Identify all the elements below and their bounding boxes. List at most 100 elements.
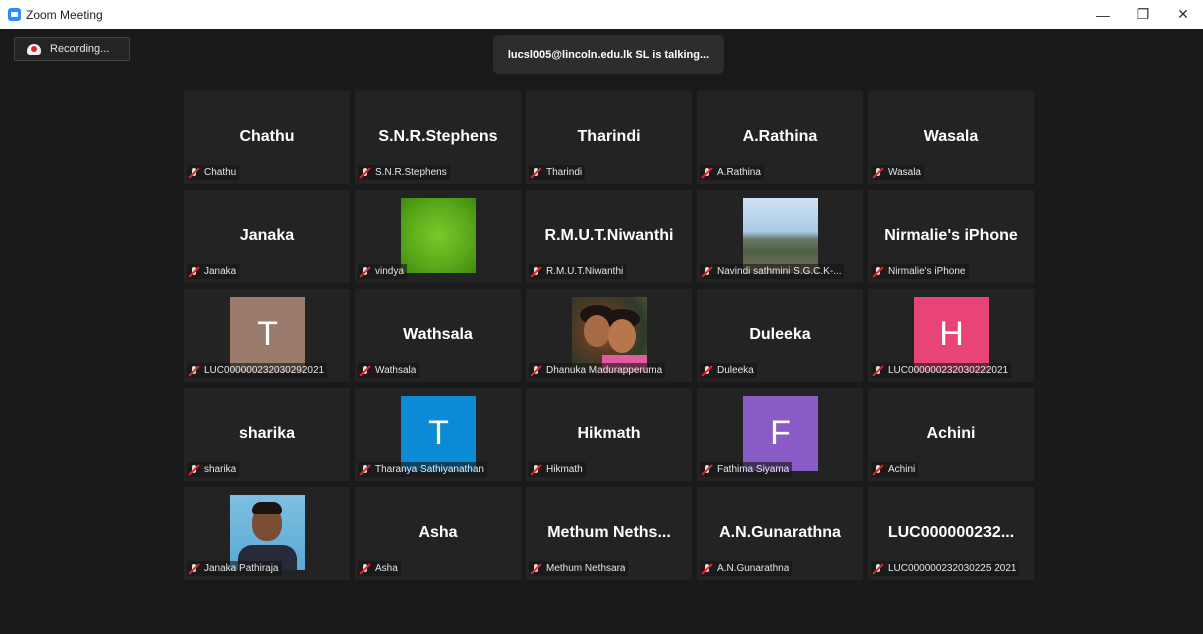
participant-display-name: A.N.Gunarathna xyxy=(719,524,841,541)
participant-tile[interactable]: Duleeka Duleeka xyxy=(697,289,863,382)
participant-label-text: Tharanya Sathiyanathan xyxy=(375,464,484,475)
participant-tile[interactable]: Janaka Janaka xyxy=(184,190,350,283)
participant-display-name: S.N.R.Stephens xyxy=(378,128,498,145)
participant-display-name: A.Rathina xyxy=(742,128,818,145)
participant-tile[interactable]: Janaka Pathiraja xyxy=(184,487,350,580)
participant-label-text: Wathsala xyxy=(375,365,417,376)
participant-name-label: Chathu xyxy=(187,165,240,180)
participant-label-text: sharika xyxy=(204,464,237,475)
participant-display-name: Achini xyxy=(926,425,976,442)
participant-tile[interactable]: Methum Neths... Methum Nethsara xyxy=(526,487,692,580)
participant-label-text: Chathu xyxy=(204,167,237,178)
avatar-initial: H xyxy=(914,297,989,372)
microphone-muted-icon xyxy=(872,167,884,179)
participant-name-label: Duleeka xyxy=(700,363,757,378)
participant-display-name: Nirmalie's iPhone xyxy=(884,227,1018,244)
participant-label-text: Janaka xyxy=(204,266,237,277)
microphone-muted-icon xyxy=(701,464,713,476)
participant-tile[interactable]: F Fathima Siyama xyxy=(697,388,863,481)
microphone-muted-icon xyxy=(359,563,371,575)
window-controls: — ❐ ✕ xyxy=(1083,0,1203,29)
participant-label-text: vindya xyxy=(375,266,404,277)
participant-label-text: LUC000000232030225 2021 xyxy=(888,563,1017,574)
participant-label-text: Hikmath xyxy=(546,464,583,475)
participant-name-label: R.M.U.T.Niwanthi xyxy=(529,264,627,279)
participant-tile[interactable]: Asha Asha xyxy=(355,487,521,580)
participant-display-name: Wathsala xyxy=(403,326,473,343)
participant-tile[interactable]: A.N.Gunarathna A.N.Gunarathna xyxy=(697,487,863,580)
participant-label-text: LUC000000232030222021 xyxy=(888,365,1009,376)
participant-tile[interactable]: T LUC000000232030292021 xyxy=(184,289,350,382)
minimize-button[interactable]: — xyxy=(1083,0,1123,29)
restore-button[interactable]: ❐ xyxy=(1123,0,1163,29)
participant-tile[interactable]: S.N.R.Stephens S.N.R.Stephens xyxy=(355,91,521,184)
microphone-muted-icon xyxy=(188,464,200,476)
participant-name-label: Wasala xyxy=(871,165,924,180)
participant-display-name: R.M.U.T.Niwanthi xyxy=(544,227,674,244)
participant-label-text: Duleeka xyxy=(717,365,754,376)
participant-label-text: Dhanuka Madurapperuma xyxy=(546,365,663,376)
participant-tile[interactable]: Navindi sathmini S.G.C.K-... xyxy=(697,190,863,283)
participant-name-label: LUC000000232030225 2021 xyxy=(871,561,1020,576)
participant-tile[interactable]: A.Rathina A.Rathina xyxy=(697,91,863,184)
participant-display-name: Hikmath xyxy=(577,425,641,442)
participant-tile[interactable]: R.M.U.T.Niwanthi R.M.U.T.Niwanthi xyxy=(526,190,692,283)
participant-tile[interactable]: Chathu Chathu xyxy=(184,91,350,184)
microphone-muted-icon xyxy=(872,266,884,278)
participant-tile[interactable]: T Tharanya Sathiyanathan xyxy=(355,388,521,481)
participant-name-label: sharika xyxy=(187,462,240,477)
participant-display-name: Methum Neths... xyxy=(547,524,671,541)
participant-tile[interactable]: Hikmath Hikmath xyxy=(526,388,692,481)
participant-name-label: S.N.R.Stephens xyxy=(358,165,450,180)
microphone-muted-icon xyxy=(530,167,542,179)
participant-tile[interactable]: sharika sharika xyxy=(184,388,350,481)
participant-tile[interactable]: Dhanuka Madurapperuma xyxy=(526,289,692,382)
participant-tile[interactable]: Wasala Wasala xyxy=(868,91,1034,184)
microphone-muted-icon xyxy=(530,365,542,377)
close-button[interactable]: ✕ xyxy=(1163,0,1203,29)
microphone-muted-icon xyxy=(701,266,713,278)
participant-name-label: Nirmalie's iPhone xyxy=(871,264,969,279)
participant-label-text: Tharindi xyxy=(546,167,583,178)
participant-tile[interactable]: Achini Achini xyxy=(868,388,1034,481)
avatar-initial: F xyxy=(743,396,818,471)
microphone-muted-icon xyxy=(188,167,200,179)
recording-label: Recording... xyxy=(50,43,110,55)
avatar-initial: T xyxy=(230,297,305,372)
participant-label-text: Wasala xyxy=(888,167,921,178)
participant-name-label: A.Rathina xyxy=(700,165,764,180)
participant-tile[interactable]: vindya xyxy=(355,190,521,283)
microphone-muted-icon xyxy=(359,167,371,179)
participant-label-text: Fathima Siyama xyxy=(717,464,790,475)
participant-display-name: Chathu xyxy=(239,128,295,145)
participant-label-text: A.Rathina xyxy=(717,167,761,178)
participant-name-label: Janaka Pathiraja xyxy=(187,561,282,576)
participant-name-label: Tharanya Sathiyanathan xyxy=(358,462,487,477)
participant-name-label: Asha xyxy=(358,561,401,576)
participant-label-text: Navindi sathmini S.G.C.K-... xyxy=(717,266,842,277)
participant-tile[interactable]: LUC000000232... LUC000000232030225 2021 xyxy=(868,487,1034,580)
active-speaker-banner: lucsl005@lincoln.edu.lk SL is talking... xyxy=(493,35,724,74)
microphone-muted-icon xyxy=(359,266,371,278)
participant-name-label: A.N.Gunarathna xyxy=(700,561,793,576)
microphone-muted-icon xyxy=(701,563,713,575)
participant-tile[interactable]: Wathsala Wathsala xyxy=(355,289,521,382)
zoom-app-icon xyxy=(8,8,21,21)
participant-tile[interactable]: Nirmalie's iPhone Nirmalie's iPhone xyxy=(868,190,1034,283)
participant-name-label: Dhanuka Madurapperuma xyxy=(529,363,666,378)
girls-photo xyxy=(572,297,647,372)
microphone-muted-icon xyxy=(872,563,884,575)
participant-tile[interactable]: H LUC000000232030222021 xyxy=(868,289,1034,382)
microphone-muted-icon xyxy=(188,563,200,575)
recording-indicator[interactable]: Recording... xyxy=(14,37,130,61)
avatar-initial: T xyxy=(401,396,476,471)
participant-name-label: LUC000000232030222021 xyxy=(871,363,1012,378)
participant-label-text: Achini xyxy=(888,464,916,475)
participant-display-name: Wasala xyxy=(923,128,979,145)
gallery-grid: Chathu Chathu S.N.R.Stephens S.N.R.Stephens… xyxy=(184,91,1034,580)
title-bar: Zoom Meeting — ❐ ✕ xyxy=(0,0,1203,29)
participant-display-name: LUC000000232... xyxy=(887,524,1015,541)
participant-tile[interactable]: Tharindi Tharindi xyxy=(526,91,692,184)
man-photo xyxy=(230,495,305,570)
microphone-muted-icon xyxy=(359,365,371,377)
